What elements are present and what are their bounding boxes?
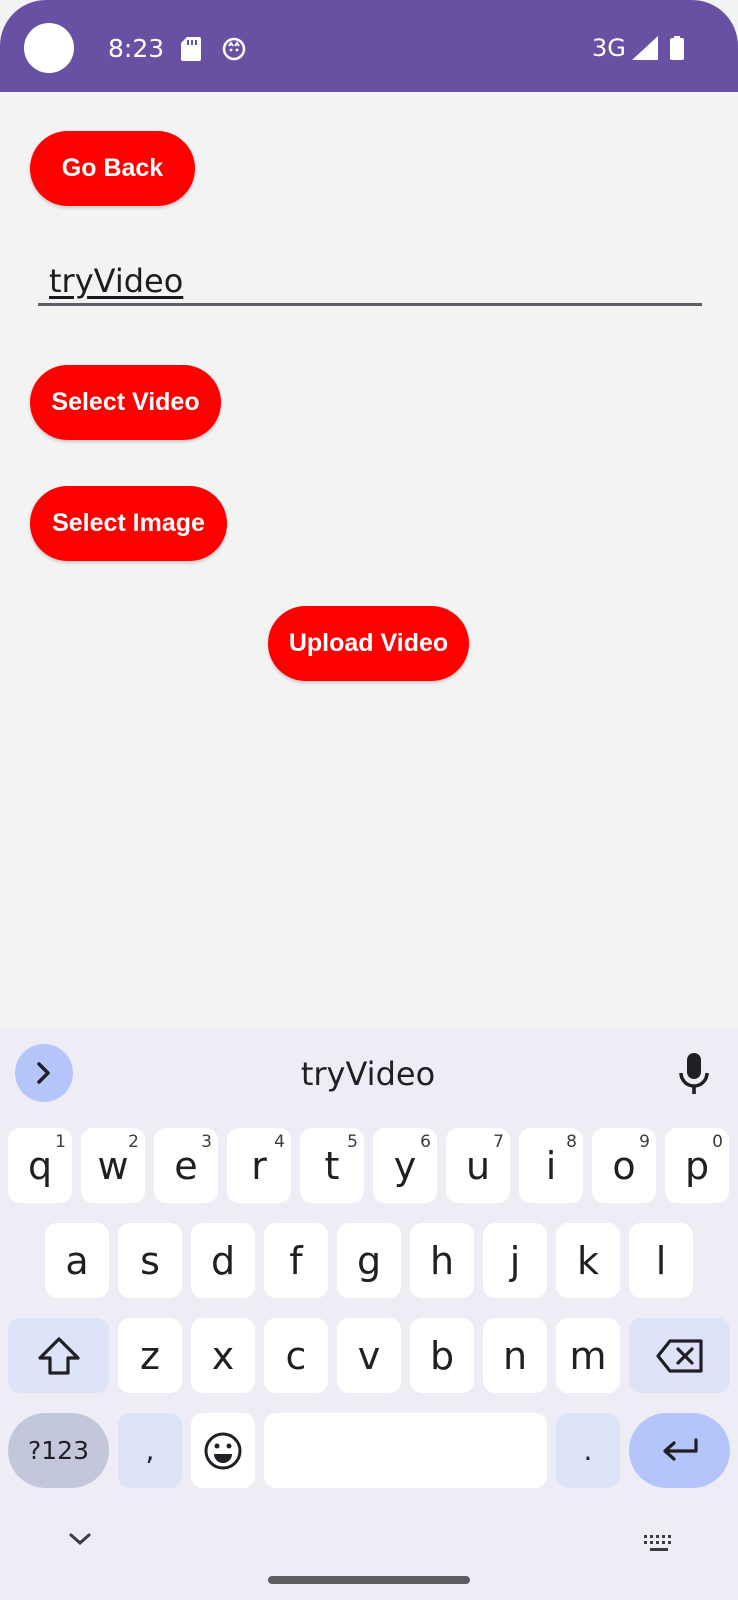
key-hint: 1: [55, 1132, 66, 1152]
home-gesture-handle[interactable]: [268, 1576, 470, 1584]
key-d[interactable]: d: [191, 1223, 255, 1298]
select-video-button[interactable]: Select Video: [30, 365, 221, 440]
emoji-key[interactable]: [191, 1413, 255, 1488]
backspace-icon: [655, 1338, 703, 1373]
camera-cutout: [24, 23, 74, 73]
key-label: r: [251, 1143, 267, 1188]
key-label: i: [545, 1143, 557, 1188]
video-title-value: tryVideo: [49, 262, 184, 300]
period-key[interactable]: .: [556, 1413, 620, 1488]
key-v[interactable]: v: [337, 1318, 401, 1393]
network-type-label: 3G: [592, 34, 626, 62]
upload-screen: Go Back tryVideo Select Video Select Ima…: [0, 92, 738, 1027]
go-back-button[interactable]: Go Back: [30, 131, 195, 206]
cat-notification-icon: [222, 37, 246, 66]
shift-key[interactable]: [8, 1318, 109, 1393]
upload-video-button[interactable]: Upload Video: [268, 606, 469, 681]
status-bar: 8:23 3G: [0, 0, 738, 92]
microphone-icon[interactable]: [678, 1053, 710, 1100]
key-m[interactable]: m: [556, 1318, 620, 1393]
key-k[interactable]: k: [556, 1223, 620, 1298]
key-l[interactable]: l: [629, 1223, 693, 1298]
key-label: w: [97, 1143, 129, 1188]
key-label: e: [174, 1143, 198, 1188]
key-u[interactable]: u7: [446, 1128, 510, 1203]
status-time: 8:23: [108, 34, 165, 63]
emoji-icon: [204, 1432, 242, 1469]
key-p[interactable]: p0: [665, 1128, 729, 1203]
cell-signal-icon: [632, 36, 658, 65]
key-hint: 9: [639, 1132, 650, 1152]
key-hint: 7: [493, 1132, 504, 1152]
key-g[interactable]: g: [337, 1223, 401, 1298]
chevron-down-icon[interactable]: [68, 1531, 92, 1552]
key-hint: 6: [420, 1132, 431, 1152]
key-y[interactable]: y6: [373, 1128, 437, 1203]
key-q[interactable]: q1: [8, 1128, 72, 1203]
key-o[interactable]: o9: [592, 1128, 656, 1203]
toolbar-expand-button[interactable]: [15, 1044, 73, 1102]
key-label: t: [324, 1143, 340, 1188]
key-hint: 2: [128, 1132, 139, 1152]
key-z[interactable]: z: [118, 1318, 182, 1393]
key-hint: 5: [347, 1132, 358, 1152]
key-e[interactable]: e3: [154, 1128, 218, 1203]
backspace-key[interactable]: [629, 1318, 730, 1393]
suggestion-word[interactable]: tryVideo: [250, 1055, 486, 1093]
key-w[interactable]: w2: [81, 1128, 145, 1203]
chevron-right-icon: [37, 1062, 50, 1084]
key-s[interactable]: s: [118, 1223, 182, 1298]
space-key[interactable]: [264, 1413, 547, 1488]
key-r[interactable]: r4: [227, 1128, 291, 1203]
comma-key[interactable]: ,: [118, 1413, 182, 1488]
key-h[interactable]: h: [410, 1223, 474, 1298]
key-label: o: [612, 1143, 636, 1188]
key-b[interactable]: b: [410, 1318, 474, 1393]
key-label: q: [27, 1143, 53, 1188]
key-x[interactable]: x: [191, 1318, 255, 1393]
enter-key[interactable]: [629, 1413, 730, 1488]
key-j[interactable]: j: [483, 1223, 547, 1298]
enter-icon: [662, 1437, 698, 1461]
keyboard-switch-icon[interactable]: [642, 1533, 676, 1560]
key-i[interactable]: i8: [519, 1128, 583, 1203]
key-n[interactable]: n: [483, 1318, 547, 1393]
sd-card-icon: [181, 37, 201, 66]
key-a[interactable]: a: [45, 1223, 109, 1298]
video-title-input[interactable]: tryVideo: [38, 250, 702, 306]
symbols-key[interactable]: ?123: [8, 1413, 109, 1488]
battery-icon: [669, 36, 685, 65]
key-hint: 8: [566, 1132, 577, 1152]
key-label: p: [684, 1143, 710, 1188]
key-hint: 3: [201, 1132, 212, 1152]
soft-keyboard: tryVideo q1 w2 e3 r4 t5 y6 u7 i8 o9 p0 a…: [0, 1027, 738, 1600]
key-c[interactable]: c: [264, 1318, 328, 1393]
key-label: u: [465, 1143, 491, 1188]
key-f[interactable]: f: [264, 1223, 328, 1298]
key-label: y: [393, 1143, 417, 1188]
shift-icon: [37, 1336, 80, 1375]
key-hint: 4: [274, 1132, 285, 1152]
select-image-button[interactable]: Select Image: [30, 486, 227, 561]
key-t[interactable]: t5: [300, 1128, 364, 1203]
key-hint: 0: [712, 1132, 723, 1152]
